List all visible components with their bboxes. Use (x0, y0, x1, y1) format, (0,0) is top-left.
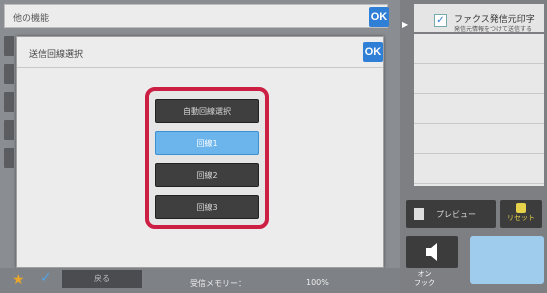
ok-button[interactable]: OK (369, 7, 389, 27)
speaker-icon (426, 243, 437, 261)
top-bar: 他の機能 OK (4, 4, 389, 28)
function-list (414, 34, 544, 186)
side-tab[interactable] (4, 36, 14, 56)
side-tab[interactable] (4, 92, 14, 112)
back-button[interactable]: 戻る (62, 270, 142, 288)
fax-origin-item[interactable]: ✓ ファクス発信元印字 発信元情報をつけて送信する (414, 4, 544, 33)
option-line-3[interactable]: 回線3 (155, 195, 259, 219)
fax-origin-subtitle: 発信元情報をつけて送信する (454, 26, 533, 33)
preview-label: プレビュー (436, 210, 476, 219)
start-button[interactable] (470, 236, 544, 284)
list-item[interactable] (414, 64, 544, 94)
list-item[interactable] (414, 124, 544, 154)
onhook-label[interactable]: オン フック (414, 270, 435, 288)
memory-value: 100% (306, 278, 329, 287)
line-select-dialog: 送信回線選択 OK 自動回線選択 回線1 回線2 回線3 (16, 36, 384, 268)
preview-button[interactable]: プレビュー (406, 200, 496, 228)
list-item[interactable] (414, 94, 544, 124)
dialog-ok-button[interactable]: OK (363, 42, 383, 62)
dialog-title: 送信回線選択 (29, 50, 84, 60)
star-icon[interactable]: ★ (12, 272, 25, 288)
side-tabs (4, 36, 14, 266)
list-item[interactable] (414, 34, 544, 64)
reset-label: リセット (507, 214, 535, 222)
checkbox-icon[interactable]: ✓ (434, 14, 447, 27)
memory-label: 受信メモリー： (190, 279, 246, 288)
side-tab[interactable] (4, 148, 14, 168)
side-tab[interactable] (4, 64, 14, 84)
option-line-1[interactable]: 回線1 (155, 131, 259, 155)
divider (17, 67, 383, 68)
right-panel: ▶ ✓ ファクス発信元印字 発信元情報をつけて送信する プレビュー リセット オ… (400, 0, 547, 293)
play-icon[interactable]: ▶ (402, 20, 408, 29)
preview-icon (414, 208, 424, 220)
option-line-2[interactable]: 回線2 (155, 163, 259, 187)
reset-button[interactable]: リセット (500, 200, 542, 228)
speaker-button[interactable] (406, 236, 458, 268)
reset-icon (516, 203, 526, 213)
check-icon[interactable]: ✓ (40, 270, 52, 286)
list-item[interactable] (414, 154, 544, 184)
page-title: 他の機能 (13, 14, 50, 24)
side-tab[interactable] (4, 120, 14, 140)
line-options-group: 自動回線選択 回線1 回線2 回線3 (145, 87, 269, 229)
option-auto-line[interactable]: 自動回線選択 (155, 99, 259, 123)
